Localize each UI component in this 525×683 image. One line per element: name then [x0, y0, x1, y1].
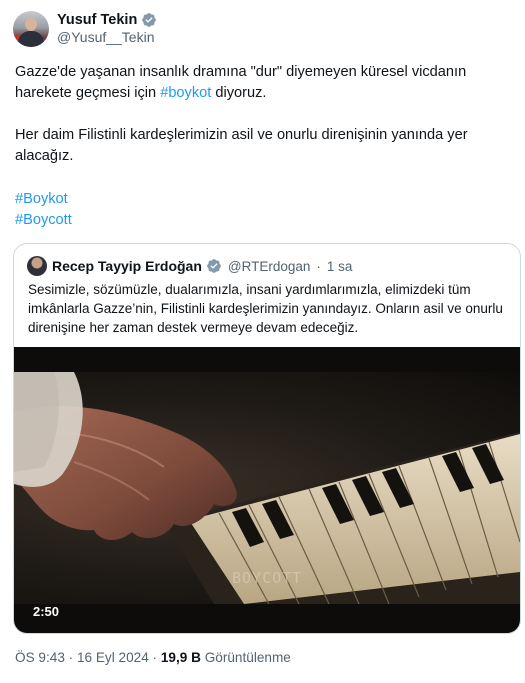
tweet-text-line: harekete geçmesi için #boykot diyoruz.	[15, 83, 266, 103]
tweet-text-line: Gazze'de yaşanan insanlık dramına "dur" …	[15, 64, 467, 80]
video-player[interactable]: BOYCOTT 2:50	[14, 347, 520, 633]
author-handle[interactable]: @Yusuf__Tekin	[57, 29, 155, 45]
author-display-name[interactable]: Yusuf Tekin	[57, 12, 137, 28]
tweet-time[interactable]: ÖS 9:43	[15, 650, 65, 665]
quoted-text-line: Sesimizle, sözümüzle, dualarımızla, insa…	[28, 282, 471, 297]
quoted-author-handle[interactable]: @RTErdogan	[228, 259, 311, 274]
tweet-footer: ÖS 9:43 · 16 Eyl 2024 · 19,9 B Görüntüle…	[15, 650, 291, 665]
author-name-row: Yusuf Tekin	[57, 11, 157, 29]
hashtag-link-boykot[interactable]: #boykot	[160, 85, 211, 101]
quoted-author-display-name[interactable]: Recep Tayyip Erdoğan	[52, 258, 202, 274]
views-label: Görüntülenme	[200, 650, 291, 665]
verified-badge-icon	[142, 13, 157, 27]
hashtag-link-boycott[interactable]: #Boycott	[15, 210, 72, 230]
video-duration: 2:50	[33, 604, 60, 619]
quoted-tweet-card[interactable]: Recep Tayyip Erdoğan @RTErdogan · 1 sa S…	[13, 243, 521, 634]
meta-separator: ·	[316, 258, 321, 274]
meta-separator: ·	[64, 650, 77, 665]
meta-separator: ·	[148, 650, 161, 665]
quoted-tweet-time[interactable]: 1 sa	[327, 259, 353, 274]
hashtag-link-boykot-capital[interactable]: #Boykot	[15, 189, 68, 209]
tweet-text-segment: harekete geçmesi için	[15, 85, 161, 101]
tweet-text-line: alacağız.	[15, 148, 74, 164]
verified-badge-icon	[207, 259, 221, 273]
tweet-text-line: Her daim Filistinli kardeşlerimizin asil…	[15, 127, 468, 143]
quoted-author-avatar[interactable]	[27, 256, 47, 276]
video-watermark: BOYCOTT	[232, 569, 303, 587]
quoted-text-line: imkânlarla Gazze’nin, Filistinli kardeşl…	[28, 301, 503, 316]
tweet-text-segment: diyoruz.	[211, 85, 267, 101]
author-avatar[interactable]	[13, 11, 49, 47]
tweet-date[interactable]: 16 Eyl 2024	[77, 650, 149, 665]
quoted-tweet-text: Sesimizle, sözümüzle, dualarımızla, insa…	[28, 280, 513, 337]
views-count: 19,9 B	[160, 650, 201, 665]
quoted-author-row: Recep Tayyip Erdoğan @RTErdogan · 1 sa	[52, 256, 352, 276]
quoted-text-line: direnişine her zaman destek vermeye deva…	[28, 320, 359, 335]
tweet: Yusuf Tekin @Yusuf__Tekin Gazze'de yaşan…	[0, 0, 525, 683]
